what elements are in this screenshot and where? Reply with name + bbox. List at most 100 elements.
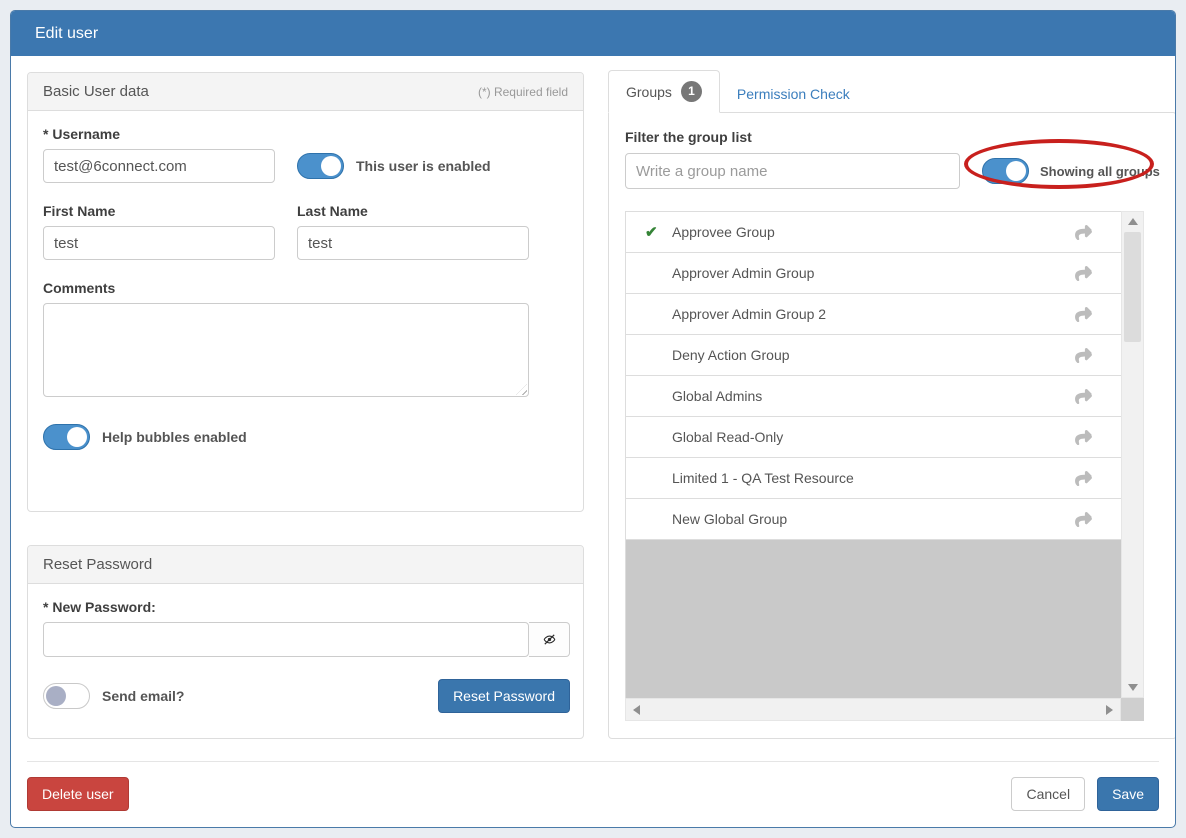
share-arrow-glyph <box>1075 512 1092 527</box>
groups-count-badge: 1 <box>681 81 702 102</box>
tab-groups-label: Groups <box>626 84 672 100</box>
group-list-container: ✔Approvee Group Approver Admin Group Appro… <box>625 211 1144 721</box>
group-filter-input[interactable] <box>625 153 960 189</box>
send-email-label: Send email? <box>102 688 184 704</box>
reset-panel-title: Reset Password <box>43 556 152 573</box>
share-arrow-icon[interactable] <box>1075 348 1092 363</box>
share-arrow-icon[interactable] <box>1075 471 1092 486</box>
toggle-knob <box>46 686 66 706</box>
group-name: Deny Action Group <box>672 347 1075 363</box>
share-arrow-icon[interactable] <box>1075 225 1092 240</box>
eye-slash-icon <box>541 632 558 647</box>
group-row[interactable]: Global Read-Only <box>626 417 1121 458</box>
help-bubbles-toggle[interactable] <box>43 424 90 450</box>
showing-all-groups-toggle[interactable] <box>982 158 1029 184</box>
help-bubbles-label: Help bubbles enabled <box>102 429 247 445</box>
group-row[interactable]: ✔Approvee Group <box>626 212 1121 253</box>
group-row[interactable]: Global Admins <box>626 376 1121 417</box>
group-name: Approvee Group <box>672 224 1075 240</box>
edit-user-modal: Edit user Basic User data (*) Required f… <box>10 10 1176 828</box>
vertical-scrollbar-thumb[interactable] <box>1124 232 1141 342</box>
basic-panel-body: * Username This user is enabled First Na… <box>28 111 583 465</box>
modal-title: Edit user <box>35 25 98 43</box>
tab-permission-check[interactable]: Permission Check <box>720 76 867 112</box>
send-email-toggle[interactable] <box>43 683 90 709</box>
basic-panel-title: Basic User data <box>43 83 149 100</box>
share-arrow-glyph <box>1075 225 1092 240</box>
toggle-knob <box>67 427 87 447</box>
group-row[interactable]: Approver Admin Group <box>626 253 1121 294</box>
toggle-knob <box>321 156 341 176</box>
share-arrow-glyph <box>1075 471 1092 486</box>
save-button[interactable]: Save <box>1097 777 1159 811</box>
cancel-button[interactable]: Cancel <box>1011 777 1085 811</box>
share-arrow-glyph <box>1075 430 1092 445</box>
group-row[interactable]: Deny Action Group <box>626 335 1121 376</box>
first-name-field-group: First Name <box>43 203 275 260</box>
member-check-icon: ✔ <box>645 223 672 241</box>
group-name: Approver Admin Group 2 <box>672 306 1075 322</box>
share-arrow-icon[interactable] <box>1075 266 1092 281</box>
new-password-input[interactable] <box>43 622 529 657</box>
filter-row: Showing all groups <box>625 153 1160 189</box>
last-name-field-group: Last Name <box>297 203 529 260</box>
tab-permission-check-label: Permission Check <box>737 86 850 102</box>
share-arrow-icon[interactable] <box>1075 307 1092 322</box>
tab-bar: Groups 1 Permission Check <box>608 72 1175 112</box>
group-name: Approver Admin Group <box>672 265 1075 281</box>
comments-textarea[interactable] <box>43 303 529 397</box>
scroll-down-arrow-icon[interactable] <box>1128 684 1138 691</box>
scrollbar-corner <box>1121 698 1144 721</box>
share-arrow-glyph <box>1075 266 1092 281</box>
right-column: Groups 1 Permission Check Filter the gro… <box>608 72 1175 761</box>
modal-body: Basic User data (*) Required field * Use… <box>11 56 1175 761</box>
basic-panel-heading: Basic User data (*) Required field <box>28 73 583 111</box>
reset-panel-body: * New Password: <box>28 584 583 728</box>
basic-user-data-panel: Basic User data (*) Required field * Use… <box>27 72 584 512</box>
comments-label: Comments <box>43 280 568 296</box>
scroll-left-arrow-icon[interactable] <box>633 705 640 715</box>
new-password-label: * New Password: <box>43 599 568 615</box>
modal-header: Edit user <box>11 11 1175 56</box>
share-arrow-icon[interactable] <box>1075 389 1092 404</box>
group-row[interactable]: Approver Admin Group 2 <box>626 294 1121 335</box>
toggle-knob <box>1006 161 1026 181</box>
delete-user-button[interactable]: Delete user <box>27 777 129 811</box>
share-arrow-glyph <box>1075 307 1092 322</box>
modal-footer: Delete user Cancel Save <box>27 761 1159 827</box>
reset-password-panel: Reset Password * New Password: <box>27 545 584 739</box>
group-name: Limited 1 - QA Test Resource <box>672 470 1075 486</box>
show-password-button[interactable] <box>529 622 570 657</box>
group-name: Global Admins <box>672 388 1075 404</box>
share-arrow-icon[interactable] <box>1075 512 1092 527</box>
reset-password-button[interactable]: Reset Password <box>438 679 570 713</box>
groups-tab-content: Filter the group list Showing all groups… <box>608 112 1175 739</box>
scroll-up-arrow-icon[interactable] <box>1128 218 1138 225</box>
scroll-right-arrow-icon[interactable] <box>1106 705 1113 715</box>
reset-panel-heading: Reset Password <box>28 546 583 584</box>
showing-all-groups-label: Showing all groups <box>1040 164 1160 179</box>
share-arrow-glyph <box>1075 348 1092 363</box>
filter-group-list-label: Filter the group list <box>625 129 1160 145</box>
share-arrow-glyph <box>1075 389 1092 404</box>
horizontal-scrollbar[interactable] <box>625 698 1121 721</box>
last-name-label: Last Name <box>297 203 529 219</box>
tab-groups[interactable]: Groups 1 <box>608 70 720 113</box>
left-column: Basic User data (*) Required field * Use… <box>27 72 584 761</box>
first-name-input[interactable] <box>43 226 275 260</box>
username-label: * Username <box>43 126 568 142</box>
username-input[interactable] <box>43 149 275 183</box>
group-list: ✔Approvee Group Approver Admin Group Appro… <box>625 211 1121 698</box>
first-name-label: First Name <box>43 203 275 219</box>
share-arrow-icon[interactable] <box>1075 430 1092 445</box>
group-name: New Global Group <box>672 511 1075 527</box>
page-background: { "window": { "title": "Edit user" }, "c… <box>0 0 1186 838</box>
group-name: Global Read-Only <box>672 429 1075 445</box>
user-enabled-toggle[interactable] <box>297 153 344 179</box>
group-row[interactable]: New Global Group <box>626 499 1121 540</box>
group-row[interactable]: Limited 1 - QA Test Resource <box>626 458 1121 499</box>
user-enabled-label: This user is enabled <box>356 158 491 174</box>
last-name-input[interactable] <box>297 226 529 260</box>
required-field-note: (*) Required field <box>478 85 568 99</box>
vertical-scrollbar[interactable] <box>1121 211 1144 698</box>
